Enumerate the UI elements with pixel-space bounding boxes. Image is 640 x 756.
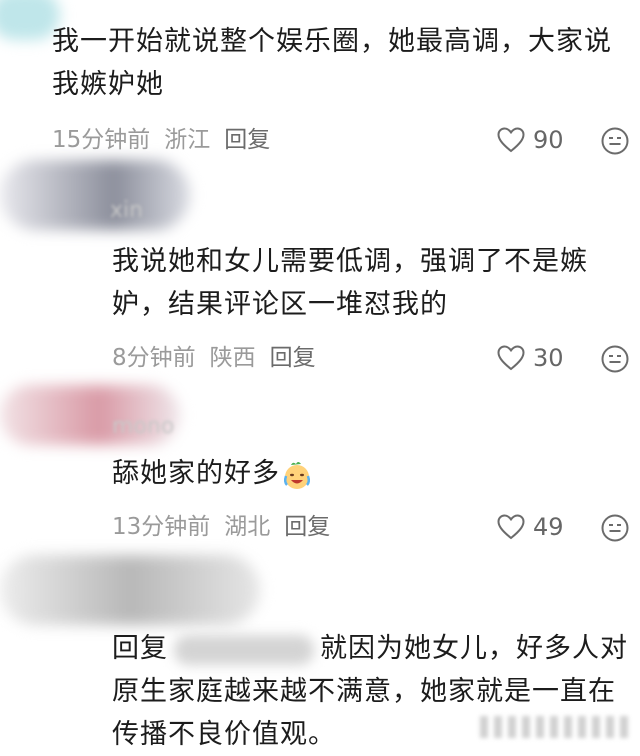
like-count: 49 [533, 513, 564, 541]
blurred-avatar [0, 160, 190, 230]
crying-laughing-emoji [283, 461, 311, 489]
reply-button[interactable]: 回复 [284, 514, 330, 540]
comment-location: 浙江 [164, 127, 211, 153]
comment-line: 我一开始就说整个娱乐圈，她最高调，大家说 [52, 26, 612, 57]
like-count: 90 [533, 126, 564, 154]
comment-time: 15分钟前 [52, 127, 151, 153]
comment-time: 8分钟前 [112, 345, 196, 371]
comment-meta: 15分钟前 浙江 回复 [52, 124, 284, 156]
comment-location: 湖北 [224, 514, 271, 540]
blurred-mention [174, 634, 314, 665]
like-button[interactable]: 90 [497, 124, 564, 156]
comment-line: 我嫉妒她 [52, 69, 164, 100]
like-button[interactable]: 49 [497, 511, 564, 543]
comment-location: 陕西 [209, 345, 256, 371]
comment-time: 13分钟前 [112, 514, 211, 540]
heart-outline-icon [497, 514, 525, 540]
comment-meta: 8分钟前 陕西 回复 [112, 342, 330, 374]
username: xin [110, 198, 144, 223]
comment-line: 我说她和女儿需要低调，强调了不是嫉 [112, 246, 588, 277]
reply-button[interactable]: 回复 [224, 127, 270, 153]
comment-line: 舔她家的好多 [112, 458, 280, 489]
comment-line: 就因为她女儿，好多人对 [320, 633, 628, 664]
like-button[interactable]: 30 [497, 342, 564, 374]
comment-text: 我说她和女儿需要低调，强调了不是嫉 妒，结果评论区一堆怼我的 [112, 240, 632, 326]
comment-text: 舔她家的好多 [112, 452, 632, 495]
heart-outline-icon [497, 127, 525, 153]
watermark [480, 716, 630, 738]
comment-meta: 13分钟前 湖北 回复 [112, 511, 344, 543]
comment-line: 原生家庭越来越不满意，她家就是一直在 [112, 676, 616, 707]
comment-text: 我一开始就说整个娱乐圈，她最高调，大家说 我嫉妒她 [52, 20, 632, 106]
reply-button[interactable]: 回复 [270, 345, 316, 371]
comment-line: 妒，结果评论区一堆怼我的 [112, 289, 448, 320]
blurred-avatar [0, 555, 260, 625]
like-count: 30 [533, 344, 564, 372]
smiley-face-icon[interactable] [600, 344, 630, 374]
heart-outline-icon [497, 345, 525, 371]
username: mono [112, 414, 175, 439]
smiley-face-icon[interactable] [600, 513, 630, 543]
reply-prefix: 回复 [112, 633, 168, 664]
smiley-face-icon[interactable] [600, 126, 630, 156]
blurred-avatar [0, 0, 60, 40]
